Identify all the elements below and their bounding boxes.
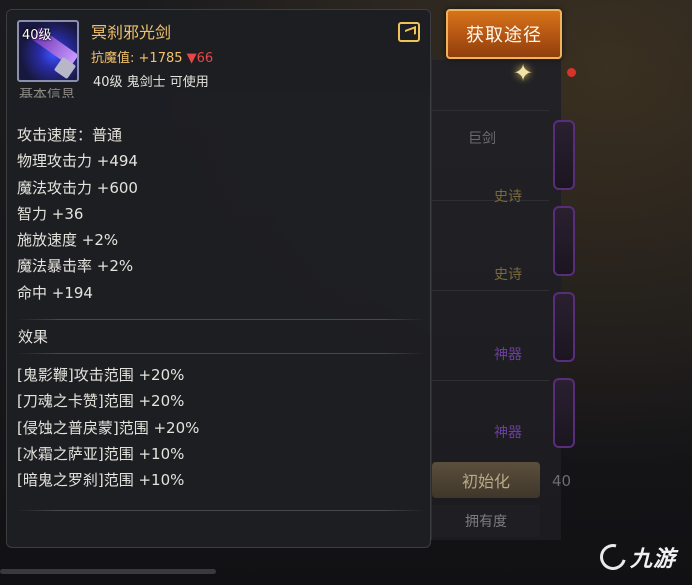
stat-line: 智力 +36 (17, 204, 84, 223)
background-tab-label: 巨剑 (468, 131, 496, 147)
item-level-tag: 40级 (22, 28, 52, 43)
background-item-slot (553, 120, 575, 190)
effect-line: [侵蚀之普戾蒙]范围 +20% (17, 418, 200, 437)
horizontal-scrollbar[interactable] (0, 569, 216, 574)
background-item-slot (553, 292, 575, 362)
stat-line: 魔法攻击力 +600 (17, 178, 138, 197)
background-row-divider (431, 110, 549, 111)
sparkle-icon: ✦ (512, 59, 534, 87)
background-rarity-label: 史诗 (494, 189, 522, 205)
section-title-partial: 基本信息 (19, 88, 75, 98)
background-rarity-label: 史诗 (494, 267, 522, 283)
effect-line: [刀魂之卡赞]范围 +20% (17, 392, 185, 411)
effect-section-title: 效果 (18, 328, 49, 346)
background-row-divider (431, 200, 549, 201)
section-divider (17, 510, 425, 511)
background-count: 40 (552, 472, 572, 490)
effect-line: [暗鬼之罗刹]范围 +10% (17, 471, 185, 490)
stats-list: 攻击速度：普通 物理攻击力 +494 魔法攻击力 +600 智力 +36 施放速… (17, 122, 138, 306)
notification-dot (567, 68, 576, 77)
obtain-route-button[interactable]: 获取途径 (446, 9, 562, 59)
share-icon[interactable] (398, 22, 420, 42)
stat-line: 物理攻击力 +494 (17, 152, 138, 171)
background-row-divider (431, 290, 549, 291)
watermark-logo-icon (595, 539, 631, 575)
tooltip-header: 40级 冥刹邪光剑 抗魔值: +1785 ▼66 40级 鬼剑士 可使用 (7, 10, 430, 94)
item-name: 冥刹邪光剑 (91, 23, 172, 42)
effect-line: [冰霜之萨亚]范围 +10% (17, 444, 185, 463)
background-item-slot (553, 378, 575, 448)
background-rarity-label: 神器 (494, 347, 522, 363)
resist-delta: ▼66 (186, 51, 214, 66)
section-divider (17, 319, 425, 320)
stat-line: 魔法暴击率 +2% (17, 257, 134, 276)
background-item-slot (553, 206, 575, 276)
background-own-label: 拥有度 (432, 505, 540, 537)
watermark: 九游 (595, 539, 677, 575)
effects-list: [鬼影鞭]攻击范围 +20% [刀魂之卡赞]范围 +20% [侵蚀之普戾蒙]范围… (17, 362, 199, 493)
stat-line: 施放速度 +2% (17, 231, 119, 250)
level-requirement: 40级 鬼剑士 可使用 (93, 75, 209, 90)
stat-line: 攻击速度：普通 (17, 126, 123, 144)
background-row-divider (431, 380, 549, 381)
watermark-text: 九游 (630, 547, 677, 572)
sword-icon: 40级 (17, 20, 79, 82)
resist-label: 抗魔值: (91, 51, 135, 66)
section-divider (17, 353, 425, 354)
resist-value: +1785 (138, 51, 183, 66)
item-tooltip: 40级 冥刹邪光剑 抗魔值: +1785 ▼66 40级 鬼剑士 可使用 基本信… (6, 9, 431, 548)
background-rarity-label: 神器 (494, 425, 522, 441)
stat-line: 命中 +194 (17, 283, 93, 302)
background-init-button[interactable]: 初始化 (432, 462, 540, 498)
resist-stat: 抗魔值: +1785 ▼66 (91, 47, 213, 66)
effect-line: [鬼影鞭]攻击范围 +20% (17, 366, 185, 384)
